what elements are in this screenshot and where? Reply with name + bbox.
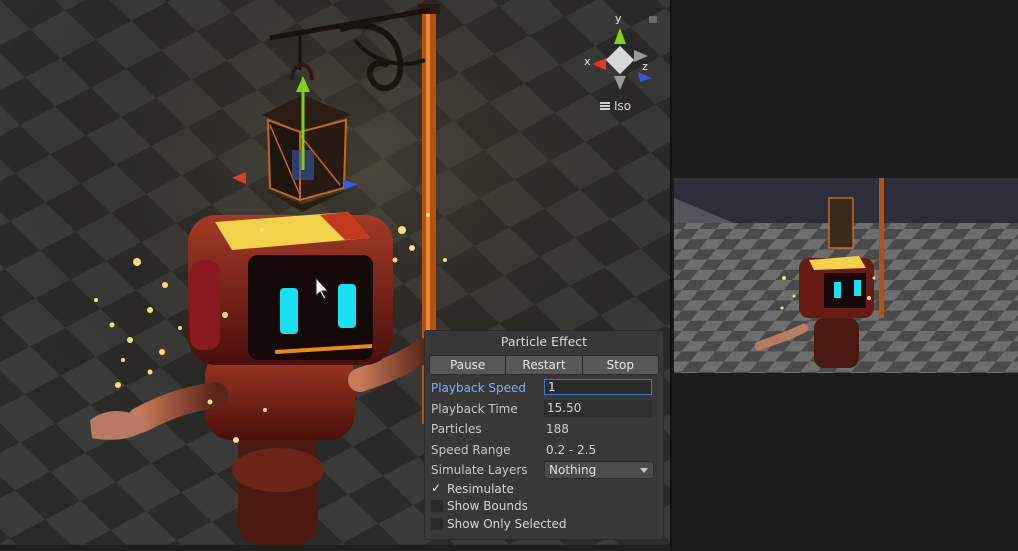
show-only-selected-label: Show Only Selected: [447, 516, 567, 531]
resimulate-label: Resimulate: [447, 481, 514, 496]
chevron-down-icon: [640, 468, 648, 473]
game-view-panel: [670, 0, 1018, 551]
pause-button[interactable]: Pause: [429, 355, 507, 375]
z-axis-label: z: [642, 60, 648, 73]
simulate-layers-value: Nothing: [549, 463, 597, 477]
projection-label: Iso: [614, 99, 632, 113]
playback-time-label: Playback Time: [431, 401, 518, 416]
axis-gizmo-icon: [592, 28, 652, 90]
editor-window: y x z Iso Particle Effect Pause Restart …: [0, 0, 1018, 551]
simulate-layers-dropdown[interactable]: Nothing: [544, 461, 654, 479]
show-only-selected-checkbox[interactable]: [431, 517, 443, 530]
speed-range-label: Speed Range: [431, 442, 511, 457]
resimulate-checkbox[interactable]: [431, 480, 443, 497]
speed-range-row: Speed Range 0.2 - 2.5: [425, 440, 663, 461]
projection-toggle[interactable]: Iso: [600, 99, 631, 113]
particle-effect-overlay: Particle Effect Pause Restart Stop Playb…: [424, 330, 664, 540]
show-bounds-row[interactable]: Show Bounds: [425, 498, 663, 516]
simulate-layers-row: Simulate Layers Nothing: [425, 460, 663, 481]
x-axis-label: x: [584, 55, 591, 68]
particles-label: Particles: [431, 422, 482, 436]
playback-time-field[interactable]: 15.50: [544, 399, 652, 417]
playback-speed-row: Playback Speed: [425, 378, 663, 399]
game-view[interactable]: [674, 178, 1018, 373]
game-render: [674, 178, 1018, 373]
playback-speed-label: Playback Speed: [431, 381, 526, 395]
simulate-layers-label: Simulate Layers: [431, 463, 528, 477]
show-bounds-label: Show Bounds: [447, 499, 528, 513]
lock-icon[interactable]: [649, 16, 657, 23]
playback-time-row: Playback Time 15.50: [425, 399, 663, 420]
speed-range-value: 0.2 - 2.5: [546, 442, 597, 457]
restart-button[interactable]: Restart: [505, 355, 583, 375]
particles-row: Particles 188: [425, 419, 663, 440]
resimulate-row[interactable]: Resimulate: [425, 480, 663, 499]
stop-button[interactable]: Stop: [581, 355, 659, 375]
playback-button-group: Pause Restart Stop: [429, 355, 659, 375]
scene-view[interactable]: y x z Iso Particle Effect Pause Restart …: [0, 0, 670, 545]
show-only-selected-row[interactable]: Show Only Selected: [425, 516, 663, 534]
particles-count: 188: [546, 422, 569, 436]
hamburger-icon: [600, 102, 610, 110]
show-bounds-checkbox[interactable]: [431, 500, 443, 512]
particle-effect-title: Particle Effect: [500, 334, 588, 349]
playback-speed-input[interactable]: [544, 379, 652, 395]
y-axis-label: y: [615, 12, 622, 25]
